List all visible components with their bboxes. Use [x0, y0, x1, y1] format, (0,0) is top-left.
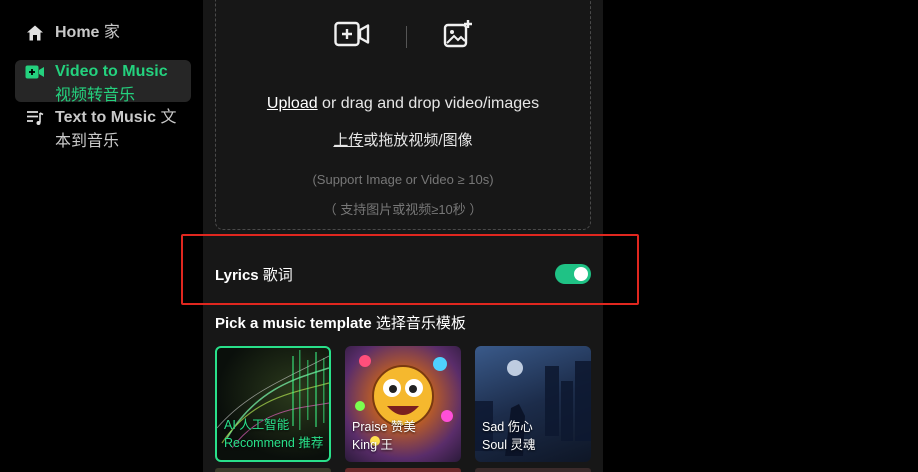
home-icon: [25, 23, 45, 43]
upload-support-note-cn: （ 支持图片或视频≥10秒 ）: [323, 202, 483, 217]
sidebar-item-label: Text to Music 文本到音乐: [55, 109, 177, 150]
upload-support-note: (Support Image or Video ≥ 10s): [312, 172, 494, 187]
video-add-icon[interactable]: [333, 21, 370, 52]
template-caption: Praise 赞美 King 王: [352, 420, 416, 452]
sidebar-item-text-to-music[interactable]: Text to Music 文本到音乐: [15, 106, 191, 154]
template-card-peek: [475, 468, 591, 472]
template-card-peek: [345, 468, 461, 472]
template-card-sad[interactable]: Sad 伤心 Soul 灵魂: [475, 346, 591, 462]
text-music-icon: [25, 108, 45, 128]
upload-instruction-cn: 上传或拖放视频/图像: [333, 132, 473, 149]
sidebar: Home 家 Video to Music 视频转音乐 Text to Musi…: [0, 0, 200, 472]
lyrics-highlight-box: [181, 234, 639, 305]
template-caption: AI 人工智能 Recommend 推荐: [224, 418, 324, 450]
upload-dropzone[interactable]: Upload or drag and drop video/images 上传或…: [215, 0, 591, 230]
template-card-ai[interactable]: AI 人工智能 Recommend 推荐: [215, 346, 331, 462]
template-section-title: Pick a music template 选择音乐模板: [215, 315, 466, 332]
image-add-icon[interactable]: [443, 19, 473, 54]
upload-link-cn[interactable]: 上传: [333, 132, 363, 149]
template-card-peek: [215, 468, 331, 472]
video-plus-icon: [25, 62, 45, 82]
template-card-praise[interactable]: Praise 赞美 King 王: [345, 346, 461, 462]
upload-instruction: Upload or drag and drop video/images: [266, 95, 540, 112]
sidebar-item-video-to-music[interactable]: Video to Music 视频转音乐: [15, 60, 191, 104]
icon-divider: [405, 25, 407, 48]
sidebar-item-label: Video to Music 视频转音乐: [55, 63, 168, 104]
sidebar-item-home[interactable]: Home 家: [15, 21, 191, 45]
template-caption: Sad 伤心 Soul 灵魂: [482, 420, 536, 452]
upload-link[interactable]: Upload: [267, 95, 318, 112]
upload-icons: [216, 19, 590, 54]
sidebar-item-label: Home 家: [55, 24, 120, 41]
